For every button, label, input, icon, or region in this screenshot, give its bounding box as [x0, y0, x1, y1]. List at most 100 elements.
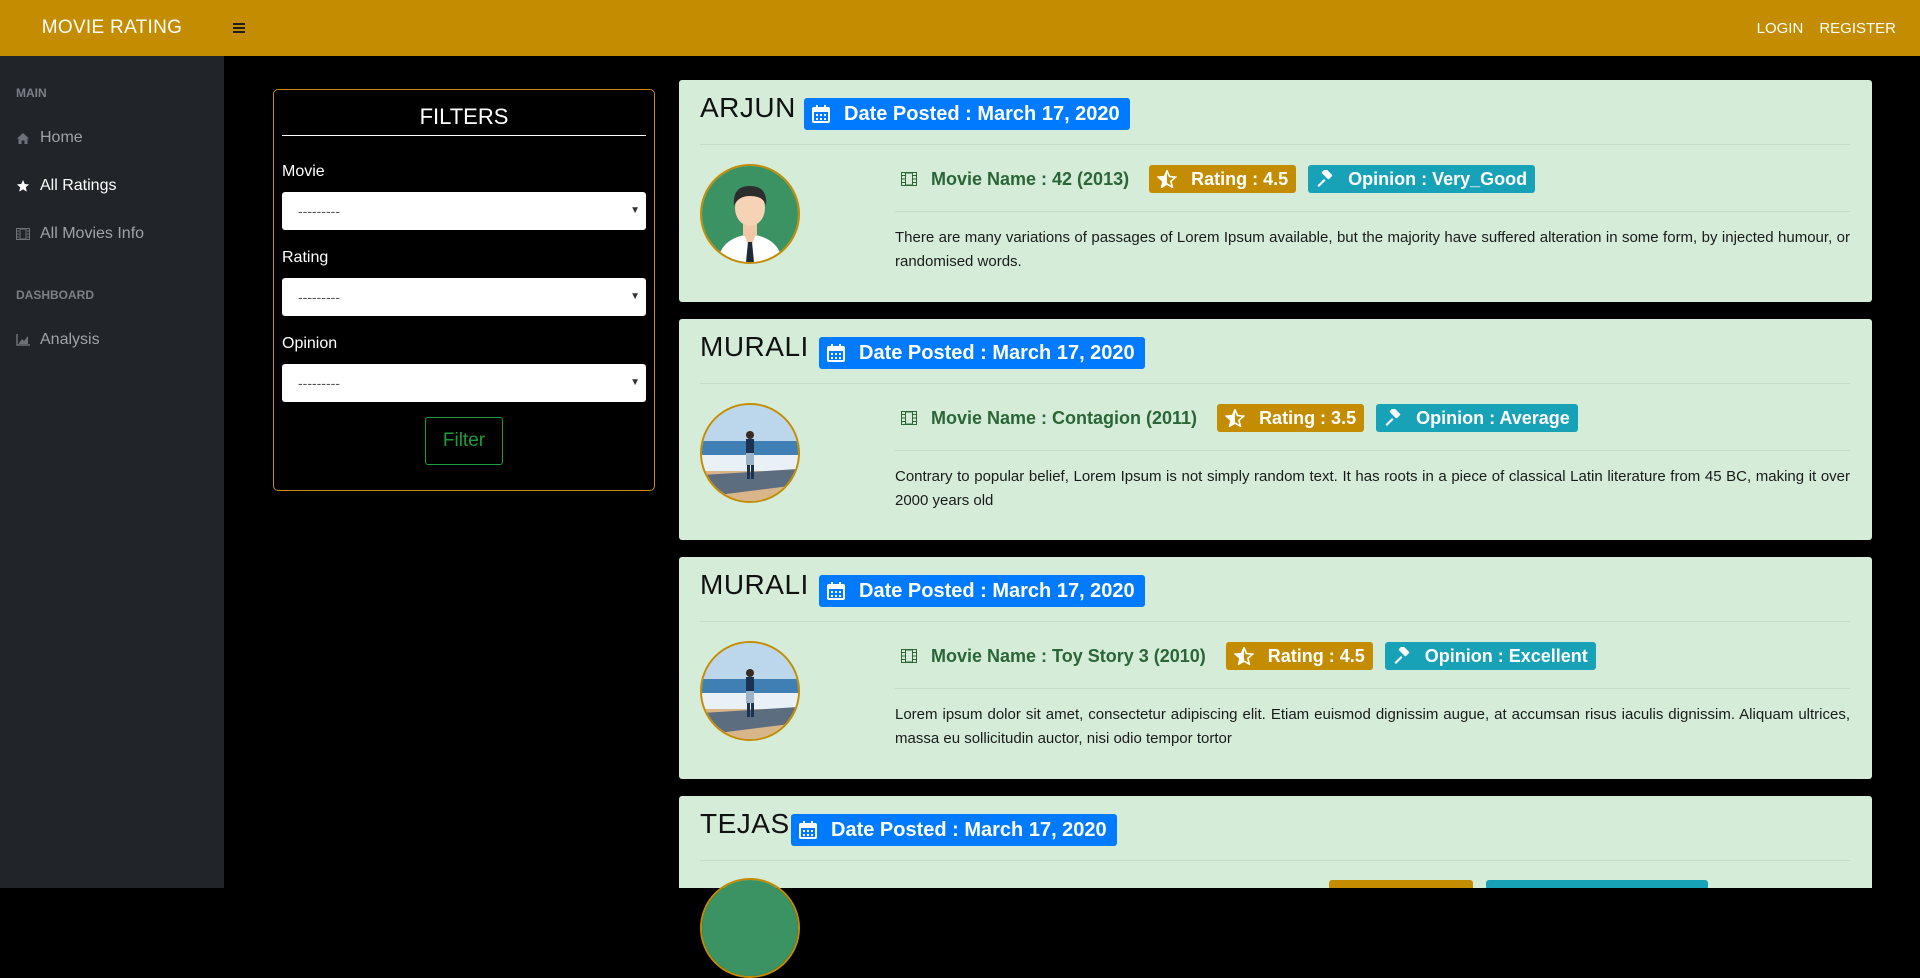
movie-name: Movie Name : 42 (2013) — [901, 169, 1129, 190]
rating-badge: Rating : 4.5 — [1225, 642, 1373, 670]
divider — [700, 860, 1850, 861]
review-text: Lorem ipsum dolor sit amet, consectetur … — [895, 706, 1850, 747]
opinion-select-value: --------- — [298, 375, 340, 391]
opinion-badge: Opinion : Average — [1376, 404, 1578, 432]
opinion-filter-label: Opinion — [282, 335, 338, 352]
beach-photo-avatar — [700, 641, 800, 741]
review-meta: Movie Name : Toy Story 3 (2010) Rating :… — [895, 642, 1596, 670]
movie-name-text: Movie Name : Contagion (2011) — [931, 407, 1198, 428]
movie-select[interactable]: --------- ▼ — [282, 192, 646, 230]
date-badge: Date Posted : March 17, 2020 — [819, 575, 1145, 607]
rating-badge — [1329, 880, 1473, 888]
sidebar-item-label: All Ratings — [40, 177, 117, 194]
caret-down-icon: ▼ — [630, 205, 640, 216]
filters-title: FILTERS — [282, 104, 646, 136]
film-icon — [16, 227, 30, 241]
date-posted-text: Date Posted : March 17, 2020 — [859, 341, 1135, 364]
sidebar-heading-main: MAIN — [16, 86, 47, 100]
date-badge: Date Posted : March 17, 2020 — [791, 814, 1117, 846]
beach-photo-avatar — [700, 403, 800, 503]
star-icon — [16, 179, 30, 193]
date-posted-text: Date Posted : March 17, 2020 — [859, 579, 1135, 602]
date-badge: Date Posted : March 17, 2020 — [804, 98, 1130, 130]
gavel-icon — [1385, 409, 1401, 426]
rating-badge: Rating : 3.5 — [1217, 404, 1365, 432]
man-avatar-icon — [700, 164, 800, 264]
film-icon — [901, 172, 917, 186]
sidebar-item-label: Home — [40, 129, 83, 146]
gavel-icon — [1394, 647, 1410, 664]
caret-down-icon: ▼ — [630, 377, 640, 388]
sidebar-item-label: All Movies Info — [40, 225, 145, 242]
rating-filter-label: Rating — [282, 249, 329, 266]
login-link[interactable]: LOGIN — [1757, 20, 1804, 37]
sidebar-item-all-ratings[interactable]: All Ratings — [16, 174, 116, 198]
rating-select[interactable]: --------- ▼ — [282, 278, 646, 316]
calendar-icon — [827, 582, 845, 600]
opinion-select[interactable]: --------- ▼ — [282, 364, 646, 402]
film-icon — [901, 649, 917, 663]
sidebar-item-analysis[interactable]: Analysis — [16, 328, 100, 352]
movie-name: Movie Name : Contagion (2011) — [901, 408, 1197, 429]
movie-name-text: Movie Name : 42 (2013) — [931, 168, 1130, 189]
sidebar-item-home[interactable]: Home — [16, 126, 83, 150]
divider — [895, 450, 1850, 451]
movie-select-value: --------- — [298, 203, 340, 219]
reviewer-name: ARJUN — [700, 92, 796, 123]
divider — [700, 144, 1850, 145]
rating-text: Rating : 4.5 — [1191, 168, 1289, 189]
opinion-text: Opinion : Average — [1416, 407, 1570, 428]
opinion-badge: Opinion : Excellent — [1384, 642, 1596, 670]
divider — [700, 383, 1850, 384]
rating-badge: Rating : 4.5 — [1149, 165, 1297, 193]
calendar-icon — [812, 105, 830, 123]
top-navbar: MOVIE RATING LOGIN REGISTER — [0, 0, 1920, 56]
hamburger-menu-icon[interactable] — [233, 16, 247, 40]
home-icon — [16, 131, 30, 145]
top-nav-links: LOGIN REGISTER — [1757, 0, 1896, 56]
gavel-icon — [1317, 170, 1333, 187]
sidebar-heading-dashboard: DASHBOARD — [16, 288, 94, 302]
date-badge: Date Posted : March 17, 2020 — [819, 337, 1145, 369]
review-card: MURALI Date Posted : March 17, 2020 Movi… — [679, 557, 1872, 779]
caret-down-icon: ▼ — [630, 291, 640, 302]
date-posted-text: Date Posted : March 17, 2020 — [831, 818, 1107, 841]
star-half-icon — [1233, 647, 1254, 665]
date-posted-text: Date Posted : March 17, 2020 — [844, 102, 1120, 125]
calendar-icon — [827, 344, 845, 362]
opinion-badge: Opinion : Very_Good — [1308, 165, 1536, 193]
filter-button[interactable]: Filter — [425, 417, 503, 465]
rating-select-value: --------- — [298, 289, 340, 305]
movie-name: Movie Name : Toy Story 3 (2010) — [901, 646, 1206, 667]
star-half-icon — [1225, 409, 1246, 427]
divider — [700, 621, 1850, 622]
rating-text: Rating : 3.5 — [1259, 407, 1357, 428]
review-meta: Movie Name : 42 (2013) Rating : 4.5 Opin… — [895, 165, 1536, 193]
calendar-icon — [799, 821, 817, 839]
app-title[interactable]: MOVIE RATING — [0, 0, 224, 56]
opinion-text: Opinion : Very_Good — [1348, 168, 1528, 189]
review-card: MURALI Date Posted : March 17, 2020 Movi… — [679, 319, 1872, 540]
review-text: There are many variations of passages of… — [895, 229, 1850, 270]
review-meta: Movie Name : Contagion (2011) Rating : 3… — [895, 404, 1578, 432]
review-card: TEJAS Date Posted : March 17, 2020 — [679, 796, 1872, 978]
sidebar-item-all-movies-info[interactable]: All Movies Info — [16, 222, 144, 246]
film-icon — [901, 411, 917, 425]
reviewer-name: MURALI — [700, 331, 809, 362]
rating-text: Rating : 4.5 — [1267, 645, 1365, 666]
avatar — [700, 878, 800, 978]
register-link[interactable]: REGISTER — [1819, 20, 1896, 37]
review-card: ARJUN Date Posted : March 17, 2020 Movie… — [679, 80, 1872, 302]
divider — [895, 211, 1850, 212]
filters-panel: FILTERS Movie --------- ▼ Rating -------… — [273, 89, 655, 491]
movie-filter-label: Movie — [282, 163, 325, 180]
review-text: Contrary to popular belief, Lorem Ipsum … — [895, 468, 1850, 509]
star-half-icon — [1157, 170, 1178, 188]
sidebar: MAIN Home All Ratings All Movies Info DA… — [0, 56, 224, 888]
movie-name-text: Movie Name : Toy Story 3 (2010) — [931, 645, 1206, 666]
divider — [895, 688, 1850, 689]
chart-icon — [16, 333, 30, 347]
reviewer-name: MURALI — [700, 569, 809, 600]
opinion-text: Opinion : Excellent — [1424, 645, 1588, 666]
sidebar-item-label: Analysis — [40, 331, 100, 348]
